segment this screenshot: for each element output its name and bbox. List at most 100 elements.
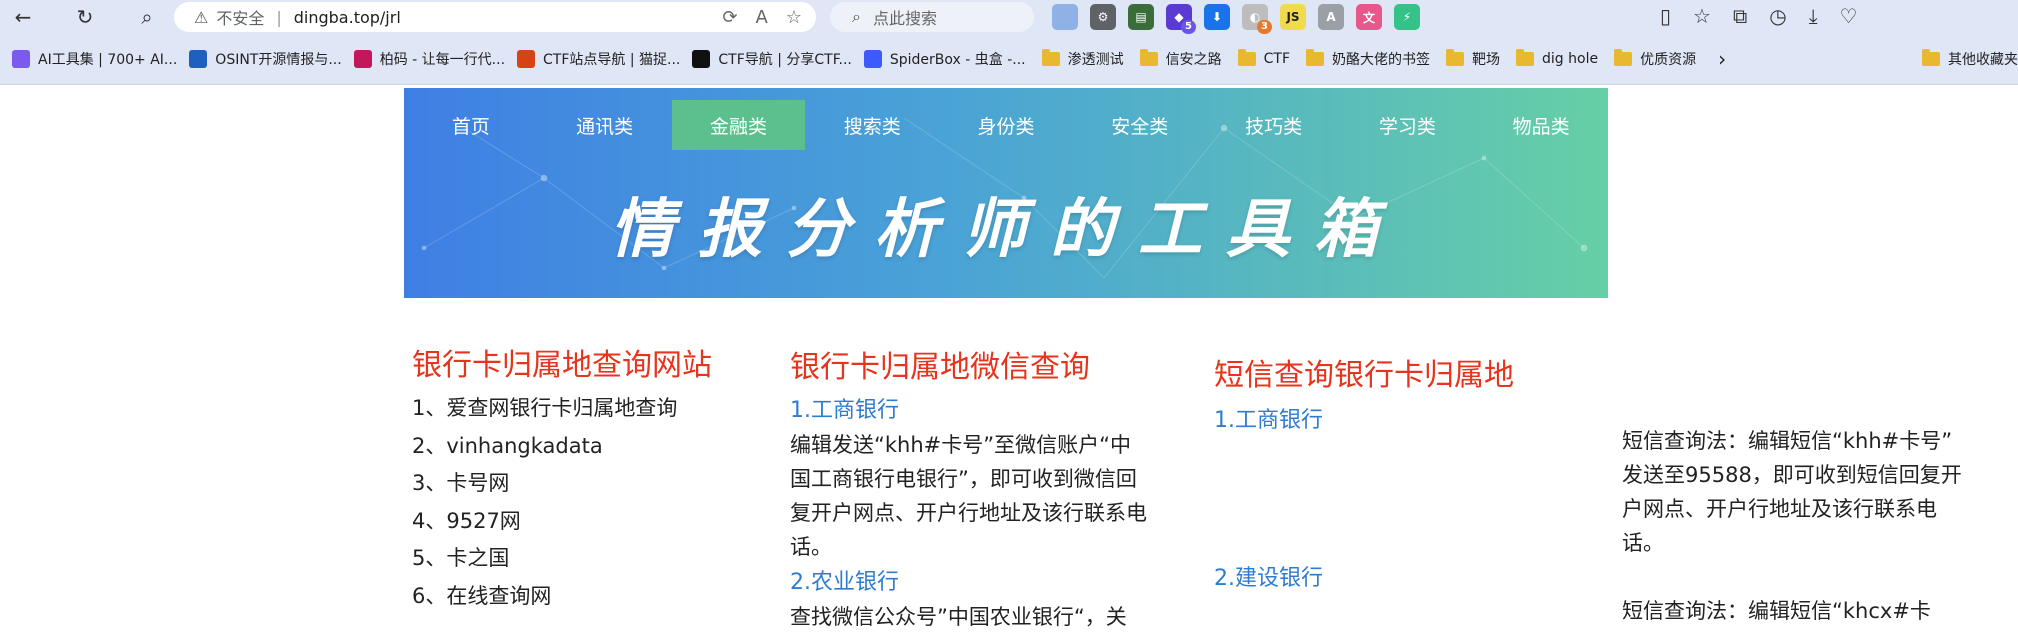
downloads-icon[interactable]: ⤓	[1809, 4, 1818, 28]
nav-item[interactable]: 搜索类	[805, 100, 939, 150]
refresh-site-icon[interactable]: ⟳	[722, 7, 737, 28]
bookmarks-overflow-chevron-icon[interactable]: ›	[1718, 47, 1726, 71]
folder-label: 渗透测试	[1067, 52, 1124, 68]
bookmark-label: OSINT开源情报与...	[215, 52, 342, 68]
extension-glyph: ▤	[1135, 10, 1147, 24]
bank-site-link[interactable]: 3、卡号网	[412, 465, 752, 503]
address-separator: |	[276, 7, 282, 27]
bookmark-folder[interactable]: 渗透测试	[1041, 49, 1124, 69]
text-line: 户网点、开户行地址及该行联系电	[1622, 497, 1937, 521]
bookmarks-bar: AI工具集 | 700+ AI... OSINT开源情报与... 柏码 - 让每一行…	[0, 34, 2018, 85]
main-nav: 首页 通讯类 金融类 搜索类 身份类 安全类 技巧类 学习类 物品类	[404, 100, 1608, 150]
bookmark-folder[interactable]: 靶场	[1446, 49, 1500, 69]
bank-site-link[interactable]: 2、vinhangkadata	[412, 428, 752, 466]
warning-icon: ⚠	[194, 7, 209, 27]
column-bank-sites: 银行卡归属地查询网站 1、爱查网银行卡归属地查询 2、vinhangkadata 3…	[412, 340, 752, 615]
folder-label: 靶场	[1472, 52, 1501, 68]
col2-sub-icbc: 1.工商银行	[790, 398, 899, 423]
bank-site-link[interactable]: 5、卡之国	[412, 540, 752, 578]
bookmark-item[interactable]: CTF导航 | 分享CTF...	[692, 49, 852, 69]
bookmark-favicon-icon	[863, 50, 882, 68]
performance-icon[interactable]: ♡	[1840, 4, 1858, 28]
ext-9-icon[interactable]: 文	[1356, 4, 1382, 30]
ext-4-icon[interactable]: ◆ 5	[1166, 4, 1196, 34]
bank-site-link[interactable]: 4、9527网	[412, 503, 752, 541]
back-icon[interactable]: ←	[10, 4, 36, 30]
folder-icon	[1139, 49, 1158, 66]
column-sms-methods: 短信查询法：编辑短信“khh#卡号” 发送至95588，即可收到短信回复开 户网点、…	[1622, 424, 2018, 628]
col2-text-icbc: 编辑发送“khh#卡号”至微信账户“中 国工商银行电银行”，即可收到微信回 复开户网…	[790, 428, 1200, 564]
other-bookmarks-folder[interactable]: 其他收藏夹	[1922, 49, 2018, 69]
nav-item[interactable]: 通讯类	[538, 100, 672, 150]
reload-icon[interactable]: ↻	[72, 4, 98, 30]
bank-site-list: 1、爱查网银行卡归属地查询 2、vinhangkadata 3、卡号网 4、9527网…	[412, 390, 752, 615]
bookmark-item[interactable]: AI工具集 | 700+ AI...	[12, 49, 177, 69]
bookmark-folder[interactable]: CTF	[1237, 49, 1291, 67]
text-line: 编辑发送“khh#卡号”至微信账户“中	[790, 433, 1132, 457]
ext-3-icon[interactable]: ▤	[1128, 4, 1154, 30]
ext-5-icon[interactable]: ⬇	[1204, 4, 1230, 30]
search-box-icon: ⌕	[852, 7, 861, 26]
folder-icon	[1446, 49, 1465, 66]
bookmark-favicon-icon	[692, 50, 711, 68]
bookmark-label: CTF导航 | 分享CTF...	[718, 52, 852, 68]
history-icon[interactable]: ◷	[1769, 4, 1786, 28]
bookmark-label: CTF站点导航 | 猫捉...	[543, 52, 681, 68]
folder-label: 优质资源	[1640, 52, 1697, 68]
folder-label: dig hole	[1542, 51, 1599, 67]
nav-item[interactable]: 首页	[404, 100, 538, 150]
nav-item[interactable]: 安全类	[1073, 100, 1207, 150]
nav-item[interactable]: 身份类	[939, 100, 1073, 150]
bookmark-folder[interactable]: 奶酪大佬的书签	[1306, 49, 1430, 69]
extension-badge: 5	[1181, 20, 1196, 34]
bookmark-item[interactable]: 柏码 - 让每一行代...	[353, 49, 505, 69]
search-box[interactable]: ⌕ 点此搜索	[830, 2, 1034, 32]
text-line: 复开户网点、开户行地址及该行联系电	[790, 501, 1147, 525]
bookmark-folder[interactable]: 信安之路	[1139, 49, 1222, 69]
favorite-star-icon[interactable]: ☆	[786, 7, 802, 28]
read-aloud-icon[interactable]: A	[756, 7, 768, 28]
ext-2-icon[interactable]: ⚙	[1090, 4, 1116, 30]
nav-item[interactable]: 学习类	[1340, 100, 1474, 150]
col3-sub-icbc: 1.工商银行	[1214, 408, 1323, 433]
col2-text-abc: 查找微信公众号”中国农业银行“，关	[790, 605, 1127, 629]
ext-js-icon[interactable]: JS	[1280, 4, 1306, 30]
col2-title: 银行卡归属地微信查询	[790, 350, 1090, 385]
address-bar[interactable]: ⚠ 不安全 | dingba.top/jrl ⟳ A ☆	[174, 2, 816, 32]
other-bookmarks-label: 其他收藏夹	[1948, 52, 2018, 68]
collections-icon[interactable]: ⧉	[1733, 4, 1747, 28]
bookmark-item[interactable]: CTF站点导航 | 猫捉...	[517, 49, 680, 69]
folder-icon	[1516, 49, 1535, 66]
bookmark-item[interactable]: OSINT开源情报与...	[189, 49, 342, 69]
url-text[interactable]: dingba.top/jrl	[294, 8, 401, 27]
nav-item[interactable]: 金融类	[671, 100, 806, 150]
bookmark-item[interactable]: SpiderBox - 虫盒 -...	[863, 49, 1026, 69]
text-line: 发送至95588，即可收到短信回复开	[1622, 463, 1962, 487]
ext-6-icon[interactable]: ◐ 3	[1242, 4, 1272, 34]
extension-glyph: ⚡	[1402, 10, 1412, 24]
folder-label: 信安之路	[1165, 52, 1222, 68]
col1-title: 银行卡归属地查询网站	[412, 348, 712, 383]
bookmark-folder[interactable]: dig hole	[1516, 49, 1599, 67]
extension-glyph: JS	[1286, 10, 1300, 24]
column-sms-query: 短信查询银行卡归属地 1.工商银行 2.建设银行	[1214, 350, 1544, 592]
ext-8-icon[interactable]: A	[1318, 4, 1344, 30]
folder-label: CTF	[1263, 51, 1291, 67]
bookmark-folder[interactable]: 优质资源	[1614, 49, 1696, 69]
folder-icon	[1614, 49, 1633, 66]
nav-item[interactable]: 物品类	[1474, 100, 1608, 150]
search-icon[interactable]: ⌕	[134, 4, 160, 30]
col3-sub-ccb: 2.建设银行	[1214, 566, 1323, 591]
split-screen-icon[interactable]: ▯	[1660, 4, 1671, 28]
text-line: 话。	[790, 535, 832, 559]
nav-item[interactable]: 技巧类	[1207, 100, 1341, 150]
bank-site-link[interactable]: 1、爱查网银行卡归属地查询	[412, 390, 752, 428]
bookmark-favicon-icon	[189, 50, 208, 68]
favorites-icon[interactable]: ☆	[1693, 4, 1711, 28]
text-line: 短信查询法：编辑短信“khh#卡号”	[1622, 429, 1953, 453]
folder-icon	[1922, 49, 1940, 66]
bank-site-link[interactable]: 6、在线查询网	[412, 578, 752, 616]
ext-1-icon[interactable]	[1052, 4, 1078, 30]
bookmark-label: AI工具集 | 700+ AI...	[38, 52, 178, 68]
ext-10-icon[interactable]: ⚡	[1394, 4, 1420, 30]
